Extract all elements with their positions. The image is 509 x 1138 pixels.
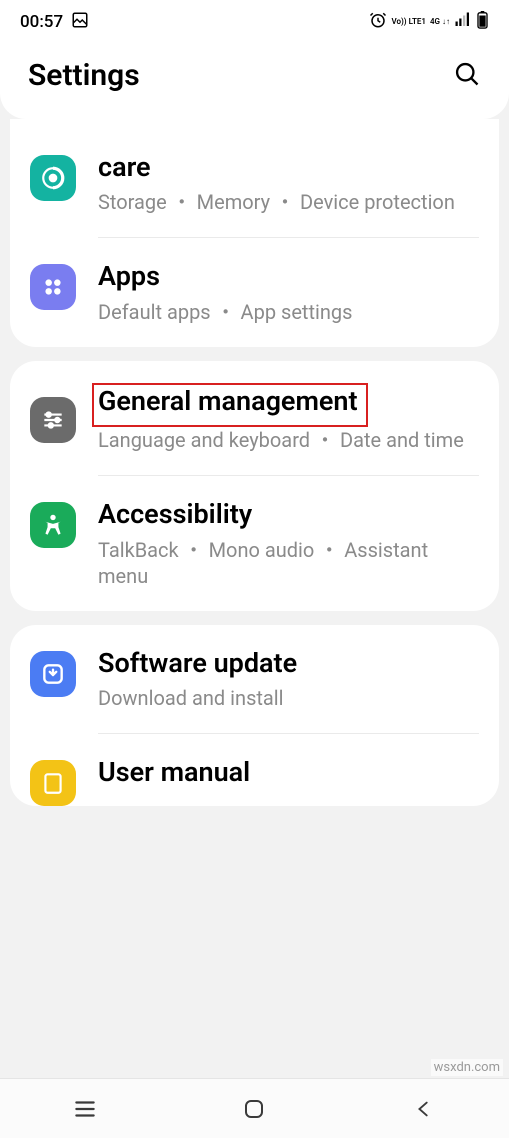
alarm-icon [369,11,387,33]
watermark: wsxdn.com [431,1059,503,1076]
item-subtitle: TalkBack ・ Mono audio ・ Assistant menu [98,537,479,589]
settings-item-software-update[interactable]: Software update Download and install [10,625,499,733]
apps-icon [30,264,76,310]
item-subtitle: Download and install [98,685,479,711]
item-title: Apps [98,260,479,292]
highlight-annotation: General management [92,383,368,427]
settings-item-apps[interactable]: Apps Default apps ・ App settings [10,238,499,346]
search-button[interactable] [453,60,481,92]
network-indicator: 4G ↓↑ [430,18,450,26]
sliders-icon [30,397,76,443]
item-title: General management [98,385,358,417]
accessibility-icon [30,502,76,548]
item-body: User manual [98,756,479,794]
volte-indicator: Vo)) LTE1 [391,18,426,26]
item-body: care Storage ・ Memory ・ Device protectio… [98,151,479,215]
item-subtitle: Storage ・ Memory ・ Device protection [98,189,479,215]
device-care-icon [30,155,76,201]
manual-icon [30,760,76,806]
back-button[interactable] [364,1098,484,1120]
item-subtitle: Default apps ・ App settings [98,299,479,325]
item-title: Accessibility [98,498,479,530]
navigation-bar [0,1078,509,1138]
page-title: Settings [28,58,140,93]
update-icon [30,651,76,697]
item-body: General management Language and keyboard… [98,383,479,453]
settings-item-general-management[interactable]: General management Language and keyboard… [10,361,499,475]
item-subtitle: Language and keyboard ・ Date and time [98,427,479,453]
settings-item-care[interactable]: care Storage ・ Memory ・ Device protectio… [10,129,499,237]
header: Settings [0,40,509,119]
home-button[interactable] [194,1097,314,1121]
settings-group-3: Software update Download and install Use… [10,625,499,806]
picture-icon [71,11,89,34]
settings-item-user-manual[interactable]: User manual [10,734,499,806]
battery-icon [476,11,489,33]
item-body: Software update Download and install [98,647,479,711]
item-body: Apps Default apps ・ App settings [98,260,479,324]
item-title: Software update [98,647,479,679]
settings-item-accessibility[interactable]: Accessibility TalkBack ・ Mono audio ・ As… [10,476,499,610]
item-title: care [98,151,479,183]
signal-icon [454,11,472,33]
status-left: 00:57 [20,11,89,34]
status-time: 00:57 [20,12,63,32]
recents-button[interactable] [25,1096,145,1122]
settings-group-1: care Storage ・ Memory ・ Device protectio… [10,119,499,347]
settings-group-2: General management Language and keyboard… [10,361,499,611]
content-scroll[interactable]: care Storage ・ Memory ・ Device protectio… [0,119,509,1127]
item-body: Accessibility TalkBack ・ Mono audio ・ As… [98,498,479,588]
status-right: Vo)) LTE1 4G ↓↑ [369,11,489,33]
item-title: User manual [98,756,479,788]
status-bar: 00:57 Vo)) LTE1 4G ↓↑ [0,0,509,40]
